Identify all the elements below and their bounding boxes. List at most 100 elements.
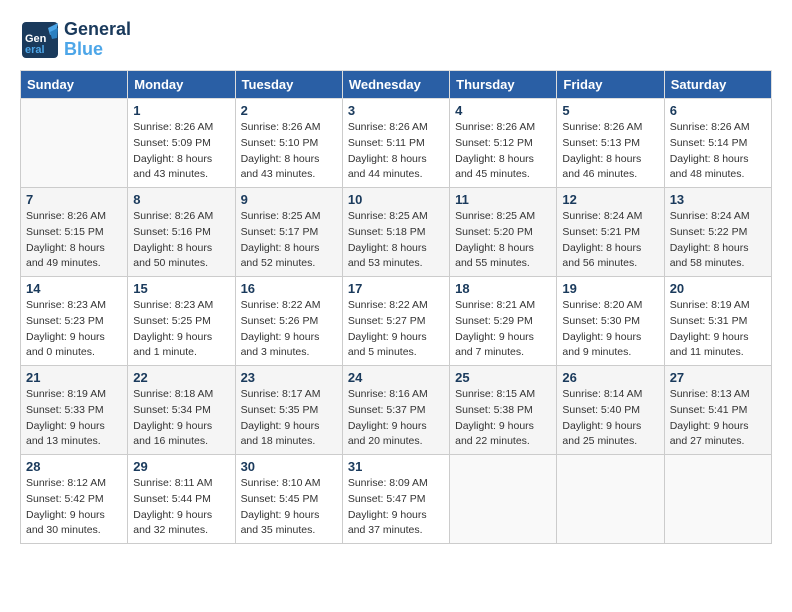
calendar-cell [450, 455, 557, 544]
calendar-cell: 2Sunrise: 8:26 AM Sunset: 5:10 PM Daylig… [235, 99, 342, 188]
day-info: Sunrise: 8:25 AM Sunset: 5:17 PM Dayligh… [241, 209, 337, 272]
day-number: 9 [241, 192, 337, 207]
calendar-cell: 15Sunrise: 8:23 AM Sunset: 5:25 PM Dayli… [128, 277, 235, 366]
day-info: Sunrise: 8:22 AM Sunset: 5:26 PM Dayligh… [241, 298, 337, 361]
day-info: Sunrise: 8:16 AM Sunset: 5:37 PM Dayligh… [348, 387, 444, 450]
calendar-week-1: 1 Sunrise: 8:26 AM Sunset: 5:09 PM Daylig… [21, 99, 772, 188]
calendar-cell: 9 Sunrise: 8:25 AM Sunset: 5:17 PM Daylig… [235, 188, 342, 277]
calendar-cell: 13Sunrise: 8:24 AM Sunset: 5:22 PM Dayli… [664, 188, 771, 277]
calendar-cell: 6Sunrise: 8:26 AM Sunset: 5:14 PM Daylig… [664, 99, 771, 188]
day-number: 20 [670, 281, 766, 296]
day-info: Sunrise: 8:12 AM Sunset: 5:42 PM Dayligh… [26, 476, 122, 539]
day-info: Sunrise: 8:20 AM Sunset: 5:30 PM Dayligh… [562, 298, 658, 361]
day-info: Sunrise: 8:23 AM Sunset: 5:23 PM Dayligh… [26, 298, 122, 361]
day-info: Sunrise: 8:24 AM Sunset: 5:22 PM Dayligh… [670, 209, 766, 272]
logo-text: General Blue [64, 20, 131, 60]
day-number: 14 [26, 281, 122, 296]
day-number: 31 [348, 459, 444, 474]
calendar-header-tuesday: Tuesday [235, 71, 342, 99]
calendar-cell: 3Sunrise: 8:26 AM Sunset: 5:11 PM Daylig… [342, 99, 449, 188]
calendar-cell: 23Sunrise: 8:17 AM Sunset: 5:35 PM Dayli… [235, 366, 342, 455]
day-info: Sunrise: 8:25 AM Sunset: 5:18 PM Dayligh… [348, 209, 444, 272]
day-info: Sunrise: 8:25 AM Sunset: 5:20 PM Dayligh… [455, 209, 551, 272]
day-info: Sunrise: 8:26 AM Sunset: 5:13 PM Dayligh… [562, 120, 658, 183]
day-info: Sunrise: 8:09 AM Sunset: 5:47 PM Dayligh… [348, 476, 444, 539]
day-info: Sunrise: 8:21 AM Sunset: 5:29 PM Dayligh… [455, 298, 551, 361]
day-number: 21 [26, 370, 122, 385]
day-info: Sunrise: 8:14 AM Sunset: 5:40 PM Dayligh… [562, 387, 658, 450]
logo-icon: Gen eral [20, 20, 60, 60]
day-number: 10 [348, 192, 444, 207]
day-number: 6 [670, 103, 766, 118]
calendar-cell: 17 Sunrise: 8:22 AM Sunset: 5:27 PM Dayli… [342, 277, 449, 366]
day-info: Sunrise: 8:13 AM Sunset: 5:41 PM Dayligh… [670, 387, 766, 450]
day-info: Sunrise: 8:24 AM Sunset: 5:21 PM Dayligh… [562, 209, 658, 272]
calendar-cell: 20 Sunrise: 8:19 AM Sunset: 5:31 PM Dayli… [664, 277, 771, 366]
day-number: 5 [562, 103, 658, 118]
day-info: Sunrise: 8:11 AM Sunset: 5:44 PM Dayligh… [133, 476, 229, 539]
day-number: 26 [562, 370, 658, 385]
calendar-cell: 25 Sunrise: 8:15 AM Sunset: 5:38 PM Dayli… [450, 366, 557, 455]
day-number: 19 [562, 281, 658, 296]
calendar-cell: 29 Sunrise: 8:11 AM Sunset: 5:44 PM Dayli… [128, 455, 235, 544]
day-number: 25 [455, 370, 551, 385]
day-info: Sunrise: 8:19 AM Sunset: 5:33 PM Dayligh… [26, 387, 122, 450]
calendar-cell: 1 Sunrise: 8:26 AM Sunset: 5:09 PM Daylig… [128, 99, 235, 188]
day-number: 30 [241, 459, 337, 474]
day-number: 12 [562, 192, 658, 207]
calendar-header-thursday: Thursday [450, 71, 557, 99]
day-info: Sunrise: 8:15 AM Sunset: 5:38 PM Dayligh… [455, 387, 551, 450]
calendar-cell [664, 455, 771, 544]
calendar-cell: 18 Sunrise: 8:21 AM Sunset: 5:29 PM Dayli… [450, 277, 557, 366]
day-number: 16 [241, 281, 337, 296]
calendar-cell: 11 Sunrise: 8:25 AM Sunset: 5:20 PM Dayli… [450, 188, 557, 277]
calendar-table: SundayMondayTuesdayWednesdayThursdayFrid… [20, 70, 772, 544]
logo: Gen eral General Blue [20, 20, 131, 60]
day-number: 28 [26, 459, 122, 474]
calendar-cell: 27 Sunrise: 8:13 AM Sunset: 5:41 PM Dayli… [664, 366, 771, 455]
calendar-cell: 26 Sunrise: 8:14 AM Sunset: 5:40 PM Dayli… [557, 366, 664, 455]
page-header: Gen eral General Blue [20, 20, 772, 60]
day-number: 27 [670, 370, 766, 385]
calendar-cell [557, 455, 664, 544]
day-info: Sunrise: 8:10 AM Sunset: 5:45 PM Dayligh… [241, 476, 337, 539]
calendar-cell: 8 Sunrise: 8:26 AM Sunset: 5:16 PM Daylig… [128, 188, 235, 277]
calendar-header-sunday: Sunday [21, 71, 128, 99]
day-number: 17 [348, 281, 444, 296]
calendar-cell: 4 Sunrise: 8:26 AM Sunset: 5:12 PM Daylig… [450, 99, 557, 188]
calendar-header-wednesday: Wednesday [342, 71, 449, 99]
day-info: Sunrise: 8:26 AM Sunset: 5:09 PM Dayligh… [133, 120, 229, 183]
calendar-cell: 31 Sunrise: 8:09 AM Sunset: 5:47 PM Dayli… [342, 455, 449, 544]
calendar-week-2: 7Sunrise: 8:26 AM Sunset: 5:15 PM Daylig… [21, 188, 772, 277]
day-info: Sunrise: 8:26 AM Sunset: 5:15 PM Dayligh… [26, 209, 122, 272]
day-number: 22 [133, 370, 229, 385]
day-info: Sunrise: 8:22 AM Sunset: 5:27 PM Dayligh… [348, 298, 444, 361]
day-number: 29 [133, 459, 229, 474]
calendar-week-4: 21 Sunrise: 8:19 AM Sunset: 5:33 PM Dayli… [21, 366, 772, 455]
calendar-cell: 10 Sunrise: 8:25 AM Sunset: 5:18 PM Dayli… [342, 188, 449, 277]
day-number: 4 [455, 103, 551, 118]
calendar-cell: 28 Sunrise: 8:12 AM Sunset: 5:42 PM Dayli… [21, 455, 128, 544]
calendar-header: SundayMondayTuesdayWednesdayThursdayFrid… [21, 71, 772, 99]
day-info: Sunrise: 8:26 AM Sunset: 5:16 PM Dayligh… [133, 209, 229, 272]
day-number: 11 [455, 192, 551, 207]
day-number: 2 [241, 103, 337, 118]
day-info: Sunrise: 8:23 AM Sunset: 5:25 PM Dayligh… [133, 298, 229, 361]
day-number: 1 [133, 103, 229, 118]
calendar-header-saturday: Saturday [664, 71, 771, 99]
calendar-cell: 7Sunrise: 8:26 AM Sunset: 5:15 PM Daylig… [21, 188, 128, 277]
calendar-header-monday: Monday [128, 71, 235, 99]
day-number: 24 [348, 370, 444, 385]
calendar-cell: 14 Sunrise: 8:23 AM Sunset: 5:23 PM Dayli… [21, 277, 128, 366]
day-number: 18 [455, 281, 551, 296]
calendar-week-5: 28 Sunrise: 8:12 AM Sunset: 5:42 PM Dayli… [21, 455, 772, 544]
calendar-cell [21, 99, 128, 188]
calendar-cell: 19 Sunrise: 8:20 AM Sunset: 5:30 PM Dayli… [557, 277, 664, 366]
day-info: Sunrise: 8:17 AM Sunset: 5:35 PM Dayligh… [241, 387, 337, 450]
day-info: Sunrise: 8:19 AM Sunset: 5:31 PM Dayligh… [670, 298, 766, 361]
day-number: 8 [133, 192, 229, 207]
calendar-cell: 5 Sunrise: 8:26 AM Sunset: 5:13 PM Daylig… [557, 99, 664, 188]
day-info: Sunrise: 8:26 AM Sunset: 5:12 PM Dayligh… [455, 120, 551, 183]
calendar-header-friday: Friday [557, 71, 664, 99]
svg-text:eral: eral [25, 44, 45, 56]
